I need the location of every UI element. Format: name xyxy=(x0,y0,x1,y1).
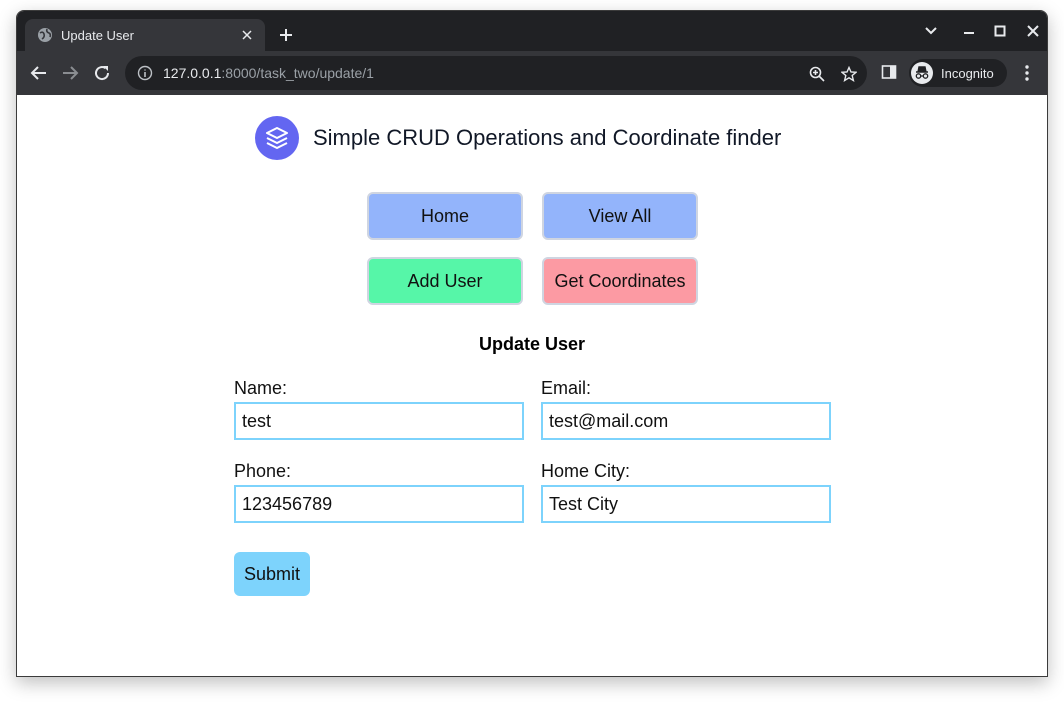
url-path: :8000/task_two/update/1 xyxy=(221,65,374,81)
layers-logo-icon xyxy=(255,116,299,160)
incognito-profile[interactable]: Incognito xyxy=(909,59,1007,87)
site-title: Simple CRUD Operations and Coordinate fi… xyxy=(313,125,782,150)
page-content: Simple CRUD Operations and Coordinate fi… xyxy=(17,95,1047,676)
browser-window: Update User 127.0.0.1:8000/task_two/upda… xyxy=(16,10,1048,677)
add-user-button[interactable]: Add User xyxy=(367,257,523,305)
submit-button[interactable]: Submit xyxy=(234,552,310,596)
email-field[interactable]: test@mail.com xyxy=(541,402,831,440)
url-text: 127.0.0.1:8000/task_two/update/1 xyxy=(163,65,374,81)
home-button[interactable]: Home xyxy=(367,192,523,240)
site-brand[interactable]: Simple CRUD Operations and Coordinate fi… xyxy=(255,116,781,160)
forward-arrow-icon[interactable] xyxy=(59,62,81,84)
close-window-icon[interactable] xyxy=(1023,21,1043,41)
home-city-label: Home City: xyxy=(541,461,631,481)
tab-search-icon[interactable] xyxy=(921,21,941,41)
get-coordinates-button[interactable]: Get Coordinates xyxy=(542,257,698,305)
incognito-icon xyxy=(911,62,933,84)
new-tab-icon[interactable] xyxy=(275,24,297,46)
name-label: Name: xyxy=(234,378,288,398)
minimize-icon[interactable] xyxy=(959,21,979,41)
phone-label: Phone: xyxy=(234,461,292,481)
address-bar[interactable]: 127.0.0.1:8000/task_two/update/1 xyxy=(125,56,867,90)
globe-icon xyxy=(37,27,53,43)
phone-field[interactable]: 123456789 xyxy=(234,485,524,523)
title-bar: Update User xyxy=(17,11,1047,51)
side-panel-icon[interactable] xyxy=(881,64,899,82)
url-host: 127.0.0.1 xyxy=(163,65,222,81)
tab-close-icon[interactable] xyxy=(239,27,255,43)
home-city-field[interactable]: Test City xyxy=(541,485,831,523)
browser-toolbar: 127.0.0.1:8000/task_two/update/1 Incogni… xyxy=(17,51,1047,95)
bookmark-star-icon[interactable] xyxy=(840,65,858,83)
site-info-icon[interactable] xyxy=(137,65,153,81)
back-arrow-icon[interactable] xyxy=(28,62,50,84)
zoom-icon[interactable] xyxy=(808,65,826,83)
name-field[interactable]: test xyxy=(234,402,524,440)
browser-menu-icon[interactable] xyxy=(1017,63,1037,83)
tab-update-user[interactable]: Update User xyxy=(25,19,265,51)
tab-title: Update User xyxy=(61,27,134,43)
incognito-label: Incognito xyxy=(941,65,994,81)
form-title: Update User xyxy=(478,334,586,354)
reload-icon[interactable] xyxy=(91,62,113,84)
email-label: Email: xyxy=(541,378,592,398)
view-all-button[interactable]: View All xyxy=(542,192,698,240)
maximize-icon[interactable] xyxy=(990,21,1010,41)
